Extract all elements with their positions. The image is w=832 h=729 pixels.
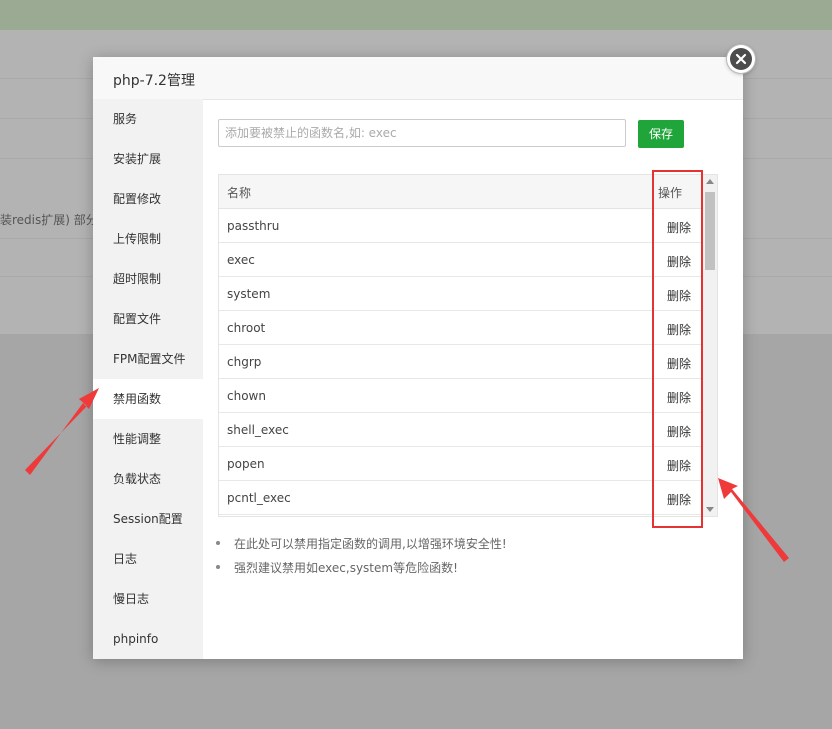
sidebar-item[interactable]: 配置修改 bbox=[93, 179, 203, 219]
function-name: chown bbox=[227, 389, 266, 403]
table-row: popen 删除 bbox=[219, 447, 703, 481]
modal-sidebar: 服务 安装扩展 配置修改 上传限制 超时限制 配置文件 FPM配置文件 禁用函数 性能调整 负载状… bbox=[93, 99, 203, 659]
table-header: 名称 操作 bbox=[219, 175, 703, 209]
function-name: pcntl_exec bbox=[227, 491, 291, 505]
function-name: chgrp bbox=[227, 355, 262, 369]
caret-up-icon[interactable] bbox=[706, 179, 714, 184]
sidebar-item[interactable]: 配置文件 bbox=[93, 299, 203, 339]
bullet-icon bbox=[216, 565, 220, 569]
annotation-highlight-box bbox=[652, 170, 703, 528]
scroll-thumb[interactable] bbox=[705, 192, 715, 270]
sidebar-item[interactable]: 上传限制 bbox=[93, 219, 203, 259]
sidebar-item[interactable]: FPM配置文件 bbox=[93, 339, 203, 379]
sidebar-item[interactable]: 慢日志 bbox=[93, 579, 203, 619]
table-row: pcntl_exec 删除 bbox=[219, 481, 703, 515]
table-row: exec 删除 bbox=[219, 243, 703, 277]
background-text: 装redis扩展) 部分u bbox=[0, 213, 106, 227]
modal-header: php-7.2管理 bbox=[93, 57, 743, 100]
php-manager-modal: php-7.2管理 服务 安装扩展 配置修改 上传限制 超时限制 配置文件 FPM配置文件禁… bbox=[93, 57, 743, 659]
sidebar-item[interactable]: 日志 bbox=[93, 539, 203, 579]
sidebar-item[interactable]: 禁用函数 bbox=[93, 379, 203, 419]
table-row: passthru 删除 bbox=[219, 209, 703, 243]
sidebar-item[interactable]: 安装扩展 bbox=[93, 139, 203, 179]
table-row: chroot 删除 bbox=[219, 311, 703, 345]
sidebar-item[interactable]: phpinfo bbox=[93, 619, 203, 659]
bullet-icon bbox=[216, 541, 220, 545]
background-topbar bbox=[0, 0, 832, 30]
function-name: exec bbox=[227, 253, 255, 267]
column-header-name: 名称 bbox=[227, 186, 252, 200]
close-icon-glyph bbox=[735, 53, 747, 65]
function-name-input[interactable] bbox=[218, 119, 626, 147]
table-row: chgrp 删除 bbox=[219, 345, 703, 379]
sidebar-item[interactable]: 超时限制 bbox=[93, 259, 203, 299]
function-name: passthru bbox=[227, 219, 280, 233]
function-name: system bbox=[227, 287, 271, 301]
sidebar-item[interactable]: 性能调整 bbox=[93, 419, 203, 459]
disabled-functions-table: 名称 操作 passthru 删除 exec 删除 system 删除 chroot 删除 ch… bbox=[218, 174, 718, 517]
function-name: popen bbox=[227, 457, 265, 471]
sidebar-item[interactable]: Session配置 bbox=[93, 499, 203, 539]
save-button[interactable]: 保存 bbox=[638, 120, 684, 148]
table-row: system 删除 bbox=[219, 277, 703, 311]
close-button[interactable] bbox=[727, 45, 755, 73]
table-row: chown 删除 bbox=[219, 379, 703, 413]
function-name: chroot bbox=[227, 321, 266, 335]
modal-title: php-7.2管理 bbox=[113, 73, 195, 89]
sidebar-item[interactable]: 服务 bbox=[93, 99, 203, 139]
arrow-left bbox=[25, 388, 99, 475]
caret-down-icon[interactable] bbox=[706, 507, 714, 512]
sidebar-item[interactable]: 负载状态 bbox=[93, 459, 203, 499]
function-name: shell_exec bbox=[227, 423, 289, 437]
table-row: shell_exec 删除 bbox=[219, 413, 703, 447]
table-scrollbar[interactable] bbox=[703, 175, 717, 516]
